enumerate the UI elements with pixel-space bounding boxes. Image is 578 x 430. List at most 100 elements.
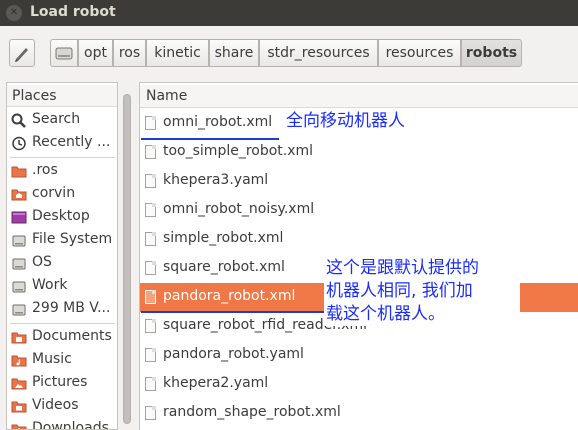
sidebar-item-recently-used[interactable]: Recently ... <box>7 132 117 155</box>
sidebar-item-label: Music <box>32 351 72 367</box>
edit-location-button[interactable] <box>9 39 35 67</box>
sidebar-item-file-system[interactable]: File System <box>7 229 117 252</box>
sidebar-item-desktop[interactable]: Desktop <box>7 206 117 229</box>
file-name: random_shape_robot.xml <box>163 404 341 420</box>
sidebar-item-documents[interactable]: Documents <box>7 326 117 349</box>
annotation-line: 载这个机器人。 <box>326 304 445 324</box>
breadcrumb-robots[interactable]: robots <box>461 39 522 67</box>
window-titlebar: ✕ Load robot <box>0 0 578 26</box>
file-row[interactable]: pandora_robot.yaml <box>140 341 578 370</box>
file-name: too_simple_robot.xml <box>163 143 314 159</box>
music-folder-icon <box>11 355 27 367</box>
sidebar-item-label: Recently ... <box>32 134 111 150</box>
file-name: pandora_robot.xml <box>163 288 296 304</box>
search-icon <box>11 113 26 128</box>
breadcrumb-stdr-resources[interactable]: stdr_resources <box>259 39 378 67</box>
breadcrumb-share[interactable]: share <box>209 39 259 67</box>
recent-icon <box>12 136 26 151</box>
breadcrumb-kinetic[interactable]: kinetic <box>146 39 209 67</box>
downloads-folder-icon <box>11 424 27 429</box>
file-name: pandora_robot.yaml <box>163 346 304 362</box>
places-sidebar: Places Search Recently ... .ros corvin D… <box>6 82 118 430</box>
sidebar-item-label: corvin <box>32 185 76 201</box>
drive-icon <box>12 258 26 270</box>
annotation-underline <box>141 138 279 140</box>
file-name: khepera2.yaml <box>163 375 269 391</box>
sidebar-item-label: OS <box>32 254 52 270</box>
sidebar-scrollbar[interactable] <box>120 82 134 430</box>
file-row[interactable]: omni_robot_noisy.xml <box>140 196 578 225</box>
path-toolbar: opt ros kinetic share stdr_resources res… <box>0 26 578 82</box>
file-list: Name omni_robot.xml too_simple_robot.xml… <box>139 82 578 430</box>
file-name: omni_robot_noisy.xml <box>163 201 315 217</box>
file-icon <box>145 261 156 275</box>
file-icon <box>145 290 156 304</box>
desktop-icon <box>11 211 27 224</box>
file-icon <box>145 348 156 362</box>
file-row[interactable]: khepera3.yaml <box>140 167 578 196</box>
close-icon[interactable]: ✕ <box>6 5 22 21</box>
annotation-underline <box>141 311 326 313</box>
file-row[interactable]: random_shape_robot.xml <box>140 399 578 428</box>
file-row[interactable]: simple_robot.xml <box>140 225 578 254</box>
file-icon <box>145 319 156 333</box>
file-name: khepera3.yaml <box>163 172 269 188</box>
sidebar-separator <box>10 323 115 324</box>
places-header: Places <box>7 85 117 107</box>
sidebar-item-label: 299 MB V... <box>32 300 111 316</box>
file-row[interactable]: khepera2.yaml <box>140 370 578 399</box>
sidebar-item-label: Downloads <box>32 420 109 430</box>
sidebar-item-os[interactable]: OS <box>7 252 117 275</box>
sidebar-item-label: .ros <box>32 162 58 178</box>
file-icon <box>145 203 156 217</box>
drive-icon <box>12 235 26 247</box>
pictures-folder-icon <box>11 378 27 390</box>
annotation-omni-robot: 全向移动机器人 <box>286 110 405 133</box>
window-title: Load robot <box>30 4 116 20</box>
sidebar-item-label: Desktop <box>32 208 90 224</box>
file-icon <box>145 232 156 246</box>
videos-folder-icon <box>11 401 27 413</box>
home-folder-icon <box>11 189 27 201</box>
sidebar-item-pictures[interactable]: Pictures <box>7 372 117 395</box>
file-icon <box>145 145 156 159</box>
sidebar-item-volume[interactable]: 299 MB V... <box>7 298 117 321</box>
scrollbar-thumb[interactable] <box>123 94 131 424</box>
file-icon <box>145 377 156 391</box>
file-name: simple_robot.xml <box>163 230 284 246</box>
sidebar-item-label: Videos <box>32 397 79 413</box>
sidebar-item-videos[interactable]: Videos <box>7 395 117 418</box>
drive-icon <box>12 281 26 293</box>
file-icon <box>145 406 156 420</box>
annotation-line: 这个是跟默认提供的 <box>326 258 479 278</box>
sidebar-item-corvin[interactable]: corvin <box>7 183 117 206</box>
documents-folder-icon <box>11 332 27 344</box>
sidebar-item-label: Work <box>32 277 68 293</box>
drive-icon <box>55 47 73 60</box>
file-icon <box>145 116 156 130</box>
folder-icon <box>11 166 27 178</box>
pencil-icon <box>15 48 28 62</box>
sidebar-item-music[interactable]: Music <box>7 349 117 372</box>
sidebar-item-label: Documents <box>32 328 112 344</box>
sidebar-item-downloads[interactable]: Downloads <box>7 418 117 430</box>
annotation-line: 机器人相同, 我们加 <box>326 281 473 301</box>
file-row[interactable]: too_simple_robot.xml <box>140 138 578 167</box>
file-name: omni_robot.xml <box>163 114 273 130</box>
drive-icon <box>12 304 26 316</box>
file-icon <box>145 174 156 188</box>
sidebar-item-work[interactable]: Work <box>7 275 117 298</box>
sidebar-item-label: Search <box>32 111 81 127</box>
breadcrumb-opt[interactable]: opt <box>78 39 113 67</box>
sidebar-item-ros[interactable]: .ros <box>7 160 117 183</box>
breadcrumb-resources[interactable]: resources <box>378 39 461 67</box>
sidebar-item-label: File System <box>32 231 113 247</box>
file-name: square_robot.xml <box>163 259 285 275</box>
root-drive-crumb[interactable] <box>50 39 78 67</box>
sidebar-item-search[interactable]: Search <box>7 109 117 132</box>
sidebar-separator <box>10 157 115 158</box>
annotation-pandora-note: 这个是跟默认提供的 机器人相同, 我们加 载这个机器人。 <box>324 257 520 326</box>
sidebar-item-label: Pictures <box>32 374 88 390</box>
breadcrumb-ros[interactable]: ros <box>113 39 146 67</box>
name-column-header[interactable]: Name <box>140 85 578 108</box>
